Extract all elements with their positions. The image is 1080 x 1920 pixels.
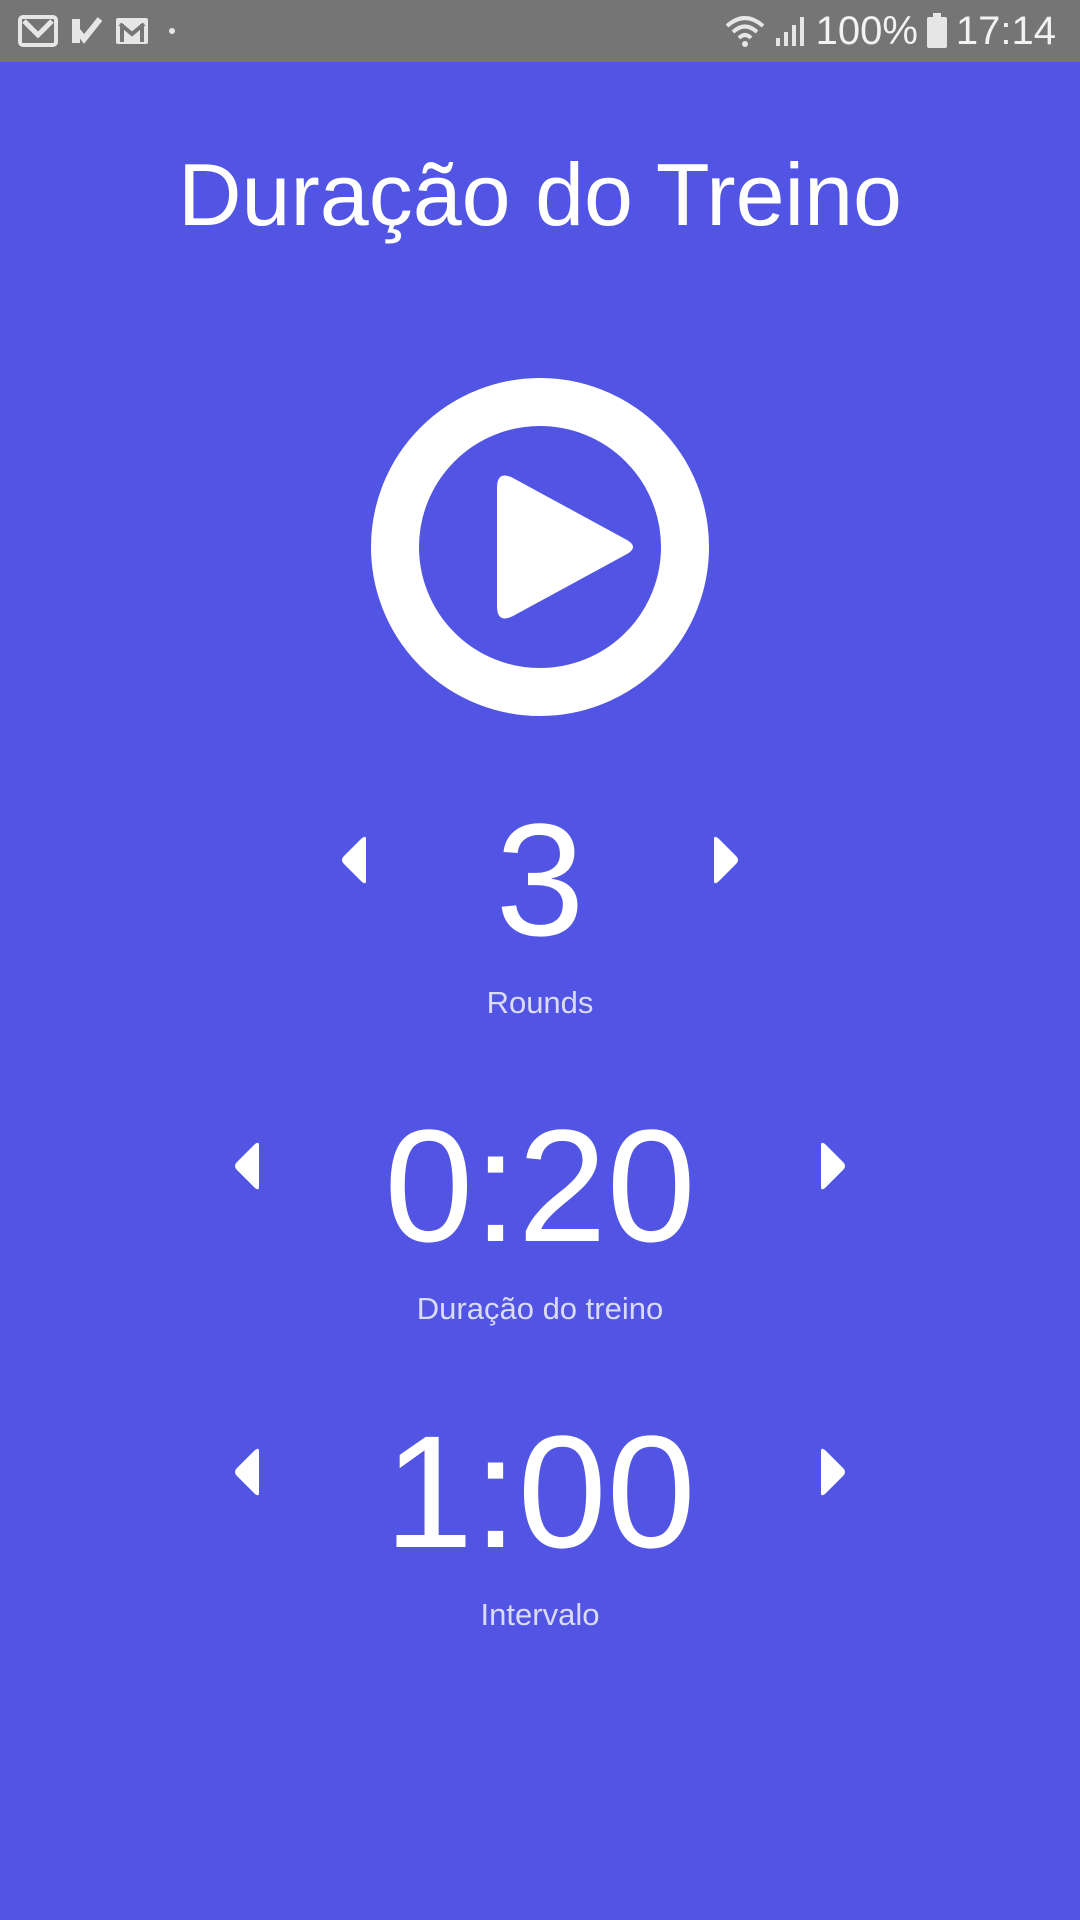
play-button[interactable] [371,378,709,716]
duration-increment-button[interactable] [802,1141,862,1221]
dot-icon [162,21,182,41]
gmail-icon [18,15,58,47]
page-title: Duração do Treino [178,145,902,244]
duration-label: Duração do treino [416,1291,664,1326]
status-bar: 100% 17:14 [0,0,1080,62]
tasks-check-icon [70,15,102,47]
rounds-increment-button[interactable] [695,835,755,915]
chevron-right-icon [821,1142,845,1190]
battery-icon [926,13,948,49]
interval-increment-button[interactable] [802,1447,862,1527]
rounds-stepper: 3 Rounds [0,800,1080,1040]
wifi-icon [724,14,766,48]
signal-icon [774,14,808,48]
rounds-value: 3 [495,790,585,969]
notification-icons [18,10,182,52]
mail-icon [114,16,150,46]
play-icon [371,378,709,716]
system-status: 100% 17:14 [724,0,1056,62]
duration-value: 0:20 [384,1096,696,1275]
chevron-right-icon [821,1448,845,1496]
interval-value: 1:00 [384,1402,696,1581]
battery-percent: 100% [815,8,918,53]
rounds-label: Rounds [486,985,594,1020]
clock: 17:14 [955,8,1056,53]
workout-duration-stepper: 0:20 Duração do treino [0,1106,1080,1346]
interval-label: Intervalo [480,1597,600,1632]
interval-stepper: 1:00 Intervalo [0,1412,1080,1652]
chevron-right-icon [714,836,738,884]
